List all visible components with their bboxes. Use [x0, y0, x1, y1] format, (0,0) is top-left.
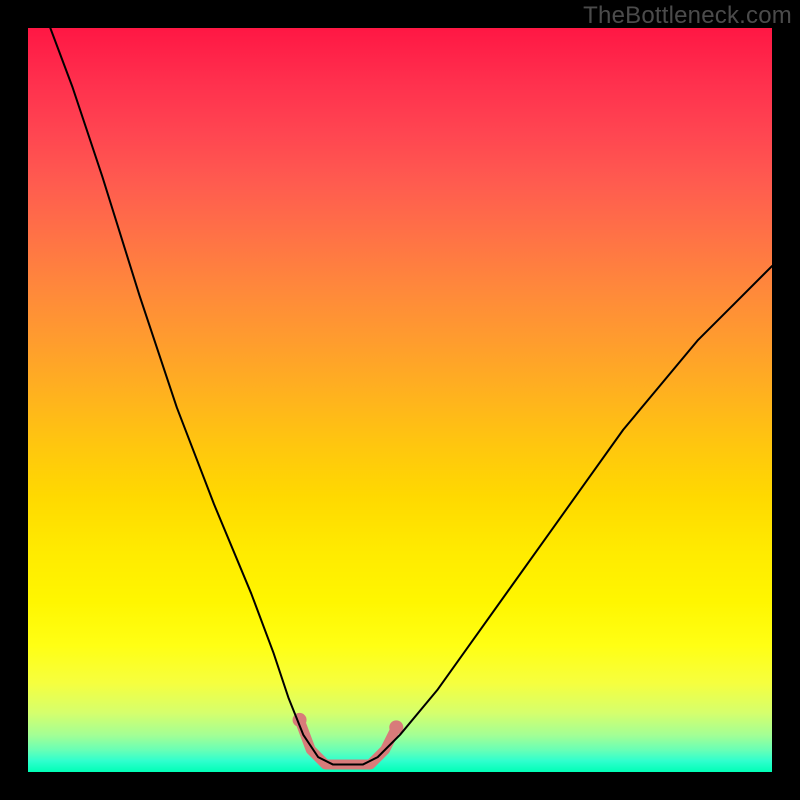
- plot-area: [28, 28, 772, 772]
- chart-frame: TheBottleneck.com: [0, 0, 800, 800]
- curve-layer: [28, 28, 772, 772]
- series-container: [50, 28, 772, 765]
- series-bottleneck-curve: [50, 28, 772, 765]
- series-valley-highlight: [300, 720, 397, 765]
- watermark-text: TheBottleneck.com: [583, 2, 792, 30]
